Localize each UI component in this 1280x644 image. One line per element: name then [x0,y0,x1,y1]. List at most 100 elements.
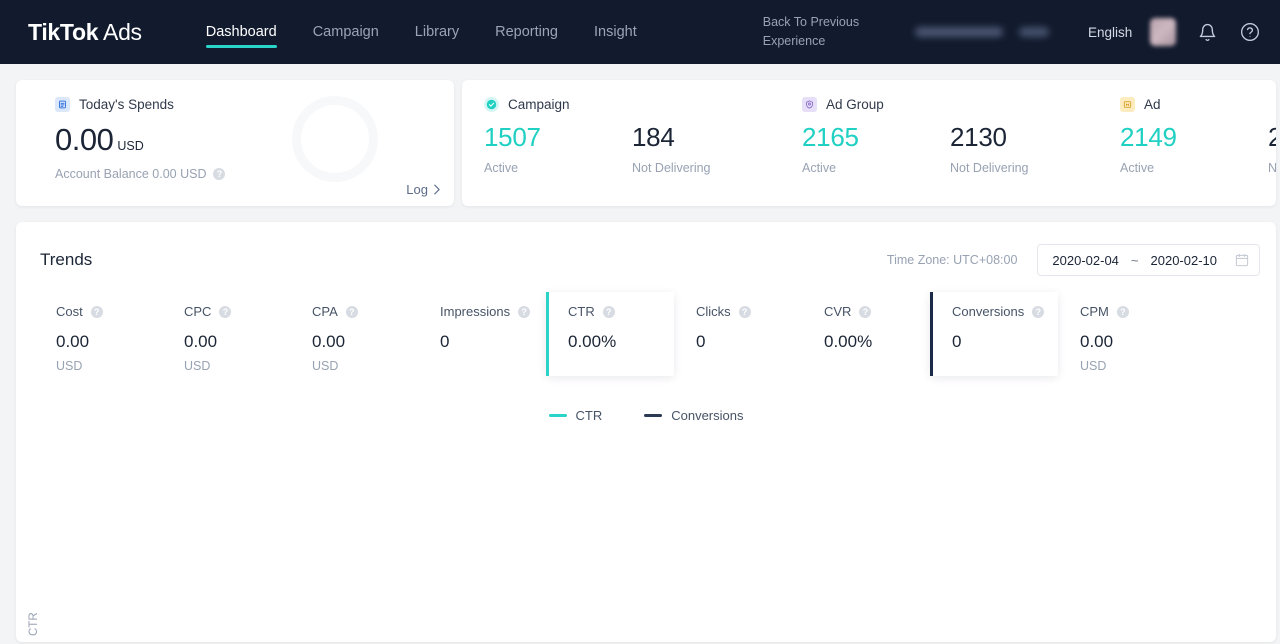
metric-tab-ctr[interactable]: CTR? 0.00% [546,292,674,376]
language-selector[interactable]: English [1088,25,1132,40]
campaign-active-cell: Campaign 1507 Active [462,97,632,175]
campaign-title: Campaign [508,97,570,112]
metric-header: Conversions? [952,304,1058,319]
ad-header: Ad [1120,97,1268,112]
main-nav-links: Dashboard Campaign Library Reporting Ins… [188,0,655,64]
bell-icon[interactable] [1198,21,1218,43]
metric-header: CVR? [824,304,930,319]
calendar-icon[interactable] [1235,253,1249,267]
log-label: Log [406,182,428,197]
metric-value: 0.00 [312,332,418,352]
question-icon[interactable]: ? [739,306,751,318]
back-to-previous-experience-link[interactable]: Back To Previous Experience [763,13,865,51]
question-icon[interactable]: ? [219,306,231,318]
metric-value: 0 [952,332,1058,352]
question-icon[interactable]: ? [1117,306,1129,318]
question-icon[interactable]: ? [91,306,103,318]
metric-tab-cost[interactable]: Cost? 0.00 USD [34,292,162,376]
metric-value: 0 [440,332,546,352]
legend-label-conversions: Conversions [671,408,743,423]
metric-header: Clicks? [696,304,802,319]
legend-item-ctr[interactable]: CTR [549,408,603,423]
adgroup-header: Ad Group [802,97,950,112]
metric-label: CVR [824,304,851,319]
metric-tabs: Cost? 0.00 USD CPC? 0.00 USD CPA? 0.00 U… [16,292,1276,376]
ad-icon [1120,97,1135,112]
metric-label: CPM [1080,304,1109,319]
nav-item-campaign[interactable]: Campaign [295,0,397,64]
nav-label: Reporting [495,24,558,40]
metric-unit: USD [1080,359,1186,373]
nav-item-insight[interactable]: Insight [576,0,655,64]
ad-group-icon [802,97,817,112]
top-navigation-bar: TikTok Ads Dashboard Campaign Library Re… [0,0,1280,64]
question-icon[interactable]: ? [603,306,615,318]
nav-label: Library [415,24,459,40]
metric-tab-clicks[interactable]: Clicks? 0 [674,292,802,376]
account-selector[interactable] [901,17,1058,47]
help-circle-icon[interactable] [1240,21,1260,43]
metric-header: Impressions? [440,304,546,319]
ad-notdelivering-value: 2051 [1268,122,1276,153]
metric-value: 0.00% [568,332,674,352]
metric-tab-cpm[interactable]: CPM? 0.00 USD [1058,292,1186,376]
metric-value: 0 [696,332,802,352]
ad-active-cell: Ad 2149 Active [1098,97,1268,175]
question-icon[interactable]: ? [346,306,358,318]
check-circle-icon [484,97,499,112]
ad-title: Ad [1144,97,1161,112]
adgroup-active-cell: Ad Group 2165 Active [780,97,950,175]
question-icon[interactable]: ? [1032,306,1044,318]
metric-unit: USD [312,359,418,373]
trends-chart: CTR 4 3 2 [16,518,1276,642]
metric-tab-impressions[interactable]: Impressions? 0 [418,292,546,376]
nav-item-reporting[interactable]: Reporting [477,0,576,64]
campaign-notdelivering-value: 184 [632,122,780,153]
page-title: Trends [40,250,92,270]
legend-item-conversions[interactable]: Conversions [644,408,743,423]
metric-label: CPC [184,304,211,319]
metric-value: 0.00% [824,332,930,352]
date-range-start: 2020-02-04 [1052,253,1119,268]
chart-legend: CTR Conversions [16,408,1276,423]
legend-swatch-conversions [644,414,662,417]
nav-item-dashboard[interactable]: Dashboard [188,0,295,64]
ad-stat-group: Ad 2149 Active 2051 Not Delivering [1098,97,1276,175]
todays-spends-card: Today's Spends 0.00USD Account Balance 0… [16,80,454,206]
nav-label: Insight [594,24,637,40]
brand-logo[interactable]: TikTok Ads [28,19,142,46]
timezone-label: Time Zone: UTC+08:00 [887,253,1018,267]
avatar[interactable] [1150,18,1176,46]
trends-header: Trends Time Zone: UTC+08:00 2020-02-04 ~… [16,222,1276,276]
question-icon[interactable]: ? [213,168,225,180]
account-balance-text: Account Balance 0.00 USD [55,167,206,181]
ad-notdelivering-label: Not Delivering [1268,161,1276,175]
metric-header: CPA? [312,304,418,319]
metric-value: 0.00 [184,332,290,352]
metric-label: Cost [56,304,83,319]
adgroup-notdelivering-value: 2130 [950,122,1098,153]
metric-header: CPC? [184,304,290,319]
campaign-active-value: 1507 [484,122,632,153]
spends-title: Today's Spends [79,97,174,112]
metric-header: Cost? [56,304,162,319]
campaign-notdelivering-label: Not Delivering [632,161,780,175]
question-icon[interactable]: ? [518,306,530,318]
campaign-stat-group: Campaign 1507 Active 184 Not Delivering [462,97,780,175]
campaign-active-label: Active [484,161,632,175]
metric-header: CPM? [1080,304,1186,319]
metric-tab-cvr[interactable]: CVR? 0.00% [802,292,930,376]
date-range-picker[interactable]: 2020-02-04 ~ 2020-02-10 [1037,244,1260,276]
metric-value: 0.00 [56,332,162,352]
trends-panel: Trends Time Zone: UTC+08:00 2020-02-04 ~… [16,222,1276,642]
account-balance-row: Account Balance 0.00 USD ? [55,167,454,181]
spends-amount: 0.00USD [55,122,454,158]
log-link[interactable]: Log [406,182,440,197]
trends-header-controls: Time Zone: UTC+08:00 2020-02-04 ~ 2020-0… [887,244,1260,276]
metric-tab-cpc[interactable]: CPC? 0.00 USD [162,292,290,376]
nav-item-library[interactable]: Library [397,0,477,64]
campaign-header: Campaign [484,97,632,112]
metric-tab-cpa[interactable]: CPA? 0.00 USD [290,292,418,376]
metric-tab-conversions[interactable]: Conversions? 0 [930,292,1058,376]
question-icon[interactable]: ? [859,306,871,318]
